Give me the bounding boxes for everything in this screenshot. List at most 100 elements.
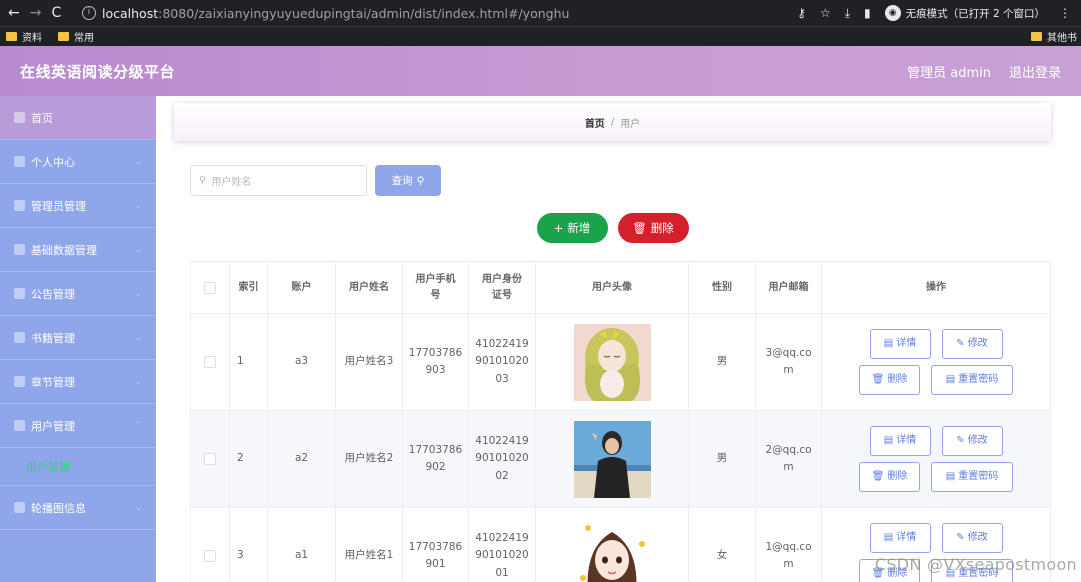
bookmark-label: 资料 (22, 33, 42, 44)
back-icon[interactable]: ← (8, 5, 20, 21)
sidebar-item-label: 用户管理 (31, 419, 75, 433)
cell-index: 1 (230, 314, 268, 410)
select-all-checkbox[interactable] (204, 281, 216, 294)
sidebar-item-notice[interactable]: 公告管理 ⌄ (0, 272, 156, 316)
sidebar-item-home[interactable]: 首页 (0, 96, 156, 140)
reset-password-button[interactable]: ▤ 重置密码 (931, 462, 1013, 492)
data-icon (14, 244, 25, 255)
sidebar-item-label: 章节管理 (31, 375, 75, 389)
sidebar-item-profile[interactable]: 个人中心 ⌄ (0, 140, 156, 184)
cell-idcard: 410224199010102001 (469, 508, 536, 582)
incognito-label: 无痕模式（已打开 2 个窗口） (905, 7, 1045, 20)
menu-icon[interactable]: ⋮ (1059, 6, 1071, 20)
avatar[interactable] (573, 323, 651, 401)
sidebar-item-chapters[interactable]: 章节管理 ⌄ (0, 360, 156, 404)
download-icon[interactable]: ⤓ (845, 6, 850, 21)
site-info-icon[interactable]: i (82, 6, 96, 20)
url-text[interactable]: localhost:8080/zaixianyingyuyuedupingtai… (102, 6, 569, 21)
detail-button[interactable]: ▤ 详情 (869, 426, 931, 456)
sidebar-item-books[interactable]: 书籍管理 ⌄ (0, 316, 156, 360)
watermark: CSDN @VXseapostmoon (874, 555, 1077, 574)
cell-idcard-text: 410224199010102003 (475, 337, 529, 385)
search-input[interactable]: ⚲ 用户姓名 (190, 165, 367, 196)
row-select-cell (191, 508, 230, 582)
bookmark-label: 其他书 (1047, 33, 1077, 44)
home-icon (14, 112, 25, 123)
header-idcard: 用户身份证号 (469, 262, 536, 313)
row-delete-button[interactable]: 🗑 删除 (859, 365, 920, 395)
breadcrumb-separator: / (610, 116, 615, 128)
forward-icon[interactable]: → (30, 5, 42, 21)
star-icon[interactable]: ☆ (820, 6, 831, 20)
address-bar[interactable]: i localhost:8080/zaixianyingyuyuedupingt… (82, 2, 797, 24)
sidebar-item-carousel[interactable]: 轮播图信息 ⌄ (0, 486, 156, 530)
reset-password-label: 重置密码 (958, 471, 999, 483)
chapter-icon (14, 376, 25, 387)
delete-button[interactable]: 🗑 删除 (617, 213, 689, 243)
edit-label: 修改 (967, 338, 988, 350)
key-icon[interactable]: ⚷ (797, 6, 806, 20)
row-select-cell (191, 314, 230, 410)
bookmark-folder[interactable]: 资料 (6, 29, 42, 44)
edit-button[interactable]: ✎ 修改 (941, 329, 1003, 359)
reset-password-label: 重置密码 (958, 374, 999, 386)
detail-button[interactable]: ▤ 详情 (869, 523, 931, 553)
sidebar-item-users[interactable]: 用户管理 ⌃ (0, 404, 156, 448)
cell-phone: 17703786902 (403, 411, 469, 507)
trash-icon: 🗑 (871, 471, 885, 483)
reload-icon[interactable]: C (51, 5, 61, 21)
other-bookmarks[interactable]: 其他书 (1031, 29, 1081, 44)
cell-avatar (536, 411, 689, 507)
search-placeholder: 用户姓名 (211, 177, 252, 188)
incognito-indicator[interactable]: ◉ 无痕模式（已打开 2 个窗口） (884, 5, 1045, 21)
edit-button[interactable]: ✎ 修改 (941, 523, 1003, 553)
row-checkbox[interactable] (204, 550, 216, 562)
cell-ops: ▤ 详情 ✎ 修改 🗑 删除 ▤ 重置密码 (822, 411, 1050, 507)
breadcrumb-home[interactable]: 首页 (585, 115, 605, 130)
sidebar-item-basic-data[interactable]: 基础数据管理 ⌄ (0, 228, 156, 272)
search-icon: ⚲ (199, 175, 207, 186)
cell-name: 用户姓名2 (336, 411, 403, 507)
header-index: 索引 (230, 262, 268, 313)
sidepanel-icon[interactable]: ▮ (864, 6, 871, 20)
document-icon: ▤ (945, 374, 956, 386)
chevron-down-icon: ⌄ (134, 244, 142, 255)
sidebar-subitem-users[interactable]: 用户管理 (0, 448, 156, 486)
row-checkbox[interactable] (204, 356, 216, 368)
bookmark-label: 常用 (74, 33, 94, 44)
search-icon: ⚲ (416, 174, 425, 187)
notice-icon (14, 288, 25, 299)
breadcrumb-current: 用户 (620, 118, 641, 130)
cell-phone: 17703786903 (403, 314, 469, 410)
avatar[interactable] (573, 420, 651, 498)
add-button[interactable]: + 新增 (536, 213, 608, 243)
image-icon (14, 502, 25, 513)
row-delete-button[interactable]: 🗑 删除 (859, 462, 920, 492)
search-button[interactable]: 查询 ⚲ (375, 165, 441, 196)
bookmark-folder[interactable]: 常用 (58, 29, 94, 44)
sidebar-item-admin[interactable]: 管理员管理 ⌄ (0, 184, 156, 228)
delete-button-label: 删除 (650, 221, 674, 235)
row-delete-label: 删除 (887, 471, 908, 483)
header-avatar: 用户头像 (536, 262, 689, 313)
cell-email: 1@qq.com (756, 508, 822, 582)
cell-index: 3 (230, 508, 268, 582)
book-icon (14, 332, 25, 343)
admin-icon (14, 200, 25, 211)
app-header: 在线英语阅读分级平台 管理员 admin 退出登录 (0, 46, 1081, 96)
chevron-down-icon: ⌄ (134, 332, 142, 343)
avatar[interactable] (573, 517, 651, 582)
row-checkbox[interactable] (204, 453, 216, 465)
folder-icon (1031, 32, 1042, 41)
add-button-label: 新增 (567, 221, 591, 235)
cell-idcard-text: 410224199010102001 (475, 531, 529, 579)
incognito-icon: ◉ (884, 5, 901, 21)
cell-email-text: 1@qq.com (765, 540, 812, 571)
app-layout: 首页 个人中心 ⌄ 管理员管理 ⌄ 基础数据管理 ⌄ 公告管理 ⌄ 书籍管理 ⌄ 章节管理… (0, 96, 1081, 582)
cell-idcard: 410224199010102003 (469, 314, 536, 410)
edit-button[interactable]: ✎ 修改 (941, 426, 1003, 456)
detail-button[interactable]: ▤ 详情 (869, 329, 931, 359)
reset-password-button[interactable]: ▤ 重置密码 (931, 365, 1013, 395)
cell-avatar (536, 508, 689, 582)
logout-link[interactable]: 退出登录 (1009, 62, 1061, 81)
